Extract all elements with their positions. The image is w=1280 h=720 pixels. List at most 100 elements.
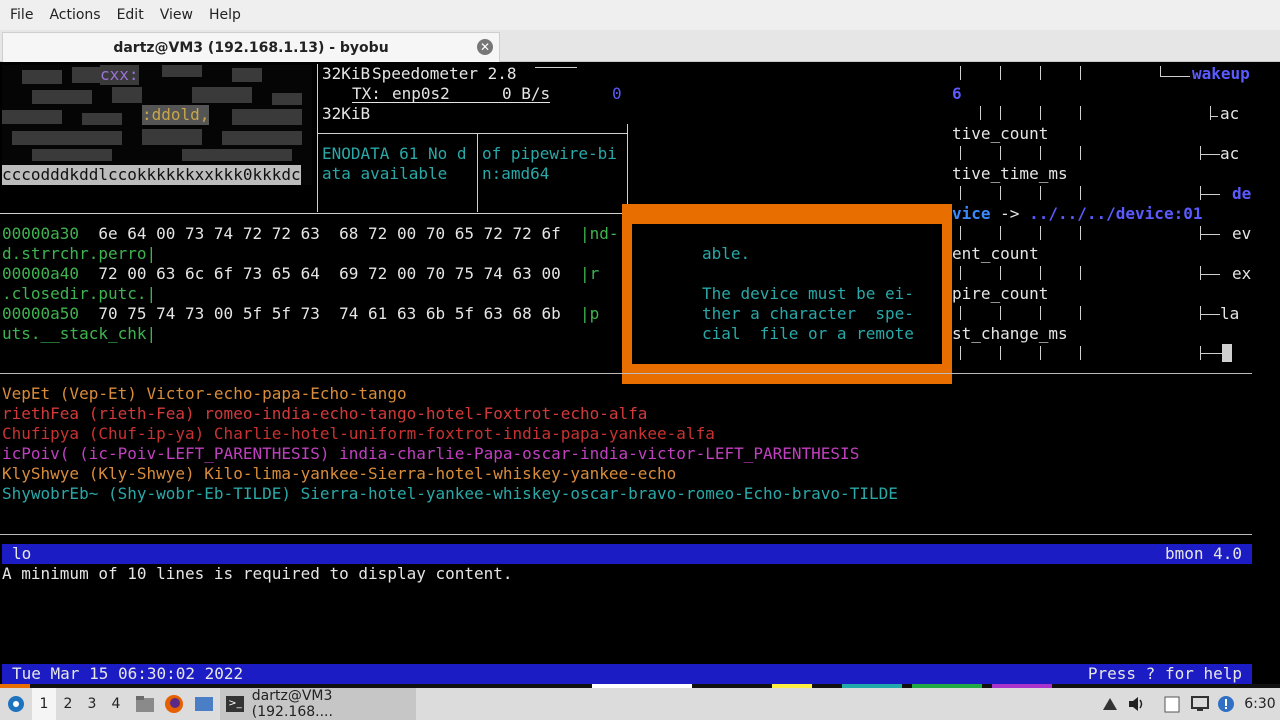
bmon-statusbar: Tue Mar 15 06:30:02 2022 Press ? for hel… xyxy=(2,664,1252,684)
workspace-2-label: 2 xyxy=(63,696,73,712)
phonetic-row: icPoiv( (ic-Poiv-LEFT_PARENTHESIS) india… xyxy=(2,444,860,463)
workspace-1-label: 1 xyxy=(39,696,49,712)
pkg-line-2: n:amd64 xyxy=(482,164,550,183)
workspace-4-label: 4 xyxy=(111,696,121,712)
tab-title: dartz@VM3 (192.168.1.13) - byobu xyxy=(113,39,389,56)
bmon-header: lo bmon 4.0 xyxy=(2,544,1252,564)
hex-row: 00000a40 72 00 63 6c 6f 73 65 64 69 72 0… xyxy=(2,264,599,284)
speedometer-tx-label: TX: xyxy=(352,84,381,103)
tree-wakeup: wakeup xyxy=(1192,64,1250,83)
phonetic-row: VepEt (Vep-Et) Victor-echo-papa-Echo-tan… xyxy=(2,384,407,403)
phonetic-row: riethFea (rieth-Fea) romeo-india-echo-ta… xyxy=(2,404,648,423)
pane-divider xyxy=(317,64,318,212)
tree-device-path: ../../../device:01 xyxy=(1029,204,1203,223)
man-line-2: The device must be ei- xyxy=(702,284,914,303)
clock[interactable]: 6:30 xyxy=(1240,688,1280,720)
tree-la: la xyxy=(1220,304,1240,323)
menu-help[interactable]: Help xyxy=(209,7,241,23)
phonetic-list: VepEt (Vep-Et) Victor-echo-papa-Echo-tan… xyxy=(2,384,898,504)
tx-underline xyxy=(352,102,550,103)
tree-device-link[interactable]: vice -> ../../../device:01 xyxy=(952,204,1202,224)
errno-line-2: ata available xyxy=(322,164,448,183)
tree-ac-1: ac xyxy=(1220,104,1240,123)
speedometer-bottom-label: 32KiB xyxy=(322,104,371,123)
workspace-2[interactable]: 2 xyxy=(56,688,80,720)
tree-ent-count: ent_count xyxy=(952,244,1039,263)
tree-ac-2: ac xyxy=(1220,144,1240,163)
pane-divider xyxy=(627,124,628,212)
volume-icon[interactable] xyxy=(1124,688,1148,720)
man-line-3: ther a character spe- xyxy=(702,304,914,323)
terminal-tab[interactable]: dartz@VM3 (192.168.1.13) - byobu ✕ xyxy=(2,32,500,62)
tab-close-icon[interactable]: ✕ xyxy=(477,39,493,55)
pane-divider xyxy=(0,213,628,214)
hex-cont: .closedir.putc.| xyxy=(2,284,157,303)
tree-st-change-ms: st_change_ms xyxy=(952,324,1068,343)
pkg-line-1: of pipewire-bi xyxy=(482,144,617,163)
tree-de: de xyxy=(1232,184,1252,203)
hex-addr: 00000a50 xyxy=(2,304,80,323)
notification-icon[interactable] xyxy=(1214,688,1238,720)
tree-tive-time-ms: tive_time_ms xyxy=(952,164,1068,183)
tree-arrow: -> xyxy=(1000,204,1020,223)
hex-cont: d.strrchr.perro| xyxy=(2,244,157,263)
hex-row: 00000a50 70 75 74 73 00 5f 5f 73 74 61 6… xyxy=(2,304,599,324)
speedometer-rate: 0 B/s xyxy=(502,84,551,103)
pane-divider xyxy=(477,134,478,212)
tree-ev: ev xyxy=(1232,224,1252,243)
menu-edit[interactable]: Edit xyxy=(117,7,144,23)
tree-pane: wakeup 6 ac tive_count ac tive_time_ms d… xyxy=(952,64,1252,372)
workspace-1[interactable]: 1 xyxy=(32,688,56,720)
terminal-icon: >_ xyxy=(226,696,244,712)
hex-bytes: 6e 64 00 73 74 72 72 63 68 72 00 70 65 7… xyxy=(98,224,561,243)
pane-divider xyxy=(535,67,577,68)
workspace-3[interactable]: 3 xyxy=(80,688,104,720)
tree-six: 6 xyxy=(952,84,962,103)
pane-divider xyxy=(318,133,628,134)
menu-view[interactable]: View xyxy=(160,7,193,23)
hex-ascii: |p xyxy=(579,304,600,323)
taskbar: 1 2 3 4 >_ dartz@VM3 (192.168.... 6:30 xyxy=(0,688,1280,720)
ascii-line-3: cccodddkddlccokkkkkkxxkkk0kkkdc xyxy=(2,165,301,185)
menu-actions[interactable]: Actions xyxy=(49,7,100,23)
status-help: Press ? for help xyxy=(1087,664,1242,683)
ascii-line-1: cxx: xyxy=(100,65,139,85)
speedometer-iface: enp0s2 xyxy=(392,84,450,103)
tree-vice: vice xyxy=(952,204,991,223)
clipboard-icon[interactable] xyxy=(1160,688,1184,720)
speedometer-title: Speedometer 2.8 xyxy=(372,64,517,83)
bmon-message: A minimum of 10 lines is required to dis… xyxy=(2,564,513,583)
menu-file[interactable]: File xyxy=(10,7,33,23)
hex-addr: 00000a30 xyxy=(2,224,80,243)
bmon-version: bmon 4.0 xyxy=(1164,544,1242,563)
show-desktop-icon[interactable] xyxy=(190,688,218,720)
tab-bar: dartz@VM3 (192.168.1.13) - byobu ✕ xyxy=(0,30,1280,62)
hex-row: 00000a30 6e 64 00 73 74 72 72 63 68 72 0… xyxy=(2,224,619,244)
start-menu-icon[interactable] xyxy=(4,688,28,720)
errno-line-1: ENODATA 61 No d xyxy=(322,144,467,163)
hex-ascii: |r xyxy=(579,264,600,283)
file-manager-icon[interactable] xyxy=(132,688,158,720)
workspace-3-label: 3 xyxy=(87,696,97,712)
workspace-4[interactable]: 4 xyxy=(104,688,128,720)
man-line-4: cial file or a remote xyxy=(702,324,914,343)
ascii-image: cxx: :ddold, cccodddkddlccokkkkkkxxkkk0k… xyxy=(2,65,312,185)
manpage-popup-content: able. The device must be ei- ther a char… xyxy=(632,224,942,364)
phonetic-row: ShywobrEb~ (Shy-wobr-Eb-TILDE) Sierra-ho… xyxy=(2,484,898,503)
taskbar-window-button[interactable]: >_ dartz@VM3 (192.168.... xyxy=(220,688,416,720)
tree-ex: ex xyxy=(1232,264,1252,283)
hex-ascii: |nd- xyxy=(579,224,619,243)
phonetic-row: Chufipya (Chuf-ip-ya) Charlie-hotel-unif… xyxy=(2,424,715,443)
pane-divider xyxy=(0,534,1252,535)
display-icon[interactable] xyxy=(1188,688,1212,720)
menubar: File Actions Edit View Help xyxy=(0,0,1280,30)
status-datetime: Tue Mar 15 06:30:02 2022 xyxy=(12,664,244,683)
firefox-icon[interactable] xyxy=(160,688,188,720)
bmon-iface: lo xyxy=(12,544,32,563)
ascii-line-2: :ddold, xyxy=(142,105,210,125)
network-icon[interactable] xyxy=(1098,688,1122,720)
speedometer-top-label: 32KiB xyxy=(322,64,371,83)
taskbar-window-title: dartz@VM3 (192.168.... xyxy=(251,688,333,720)
hex-bytes: 72 00 63 6c 6f 73 65 64 69 72 00 70 75 7… xyxy=(98,264,561,283)
tree-pire-count: pire_count xyxy=(952,284,1049,303)
